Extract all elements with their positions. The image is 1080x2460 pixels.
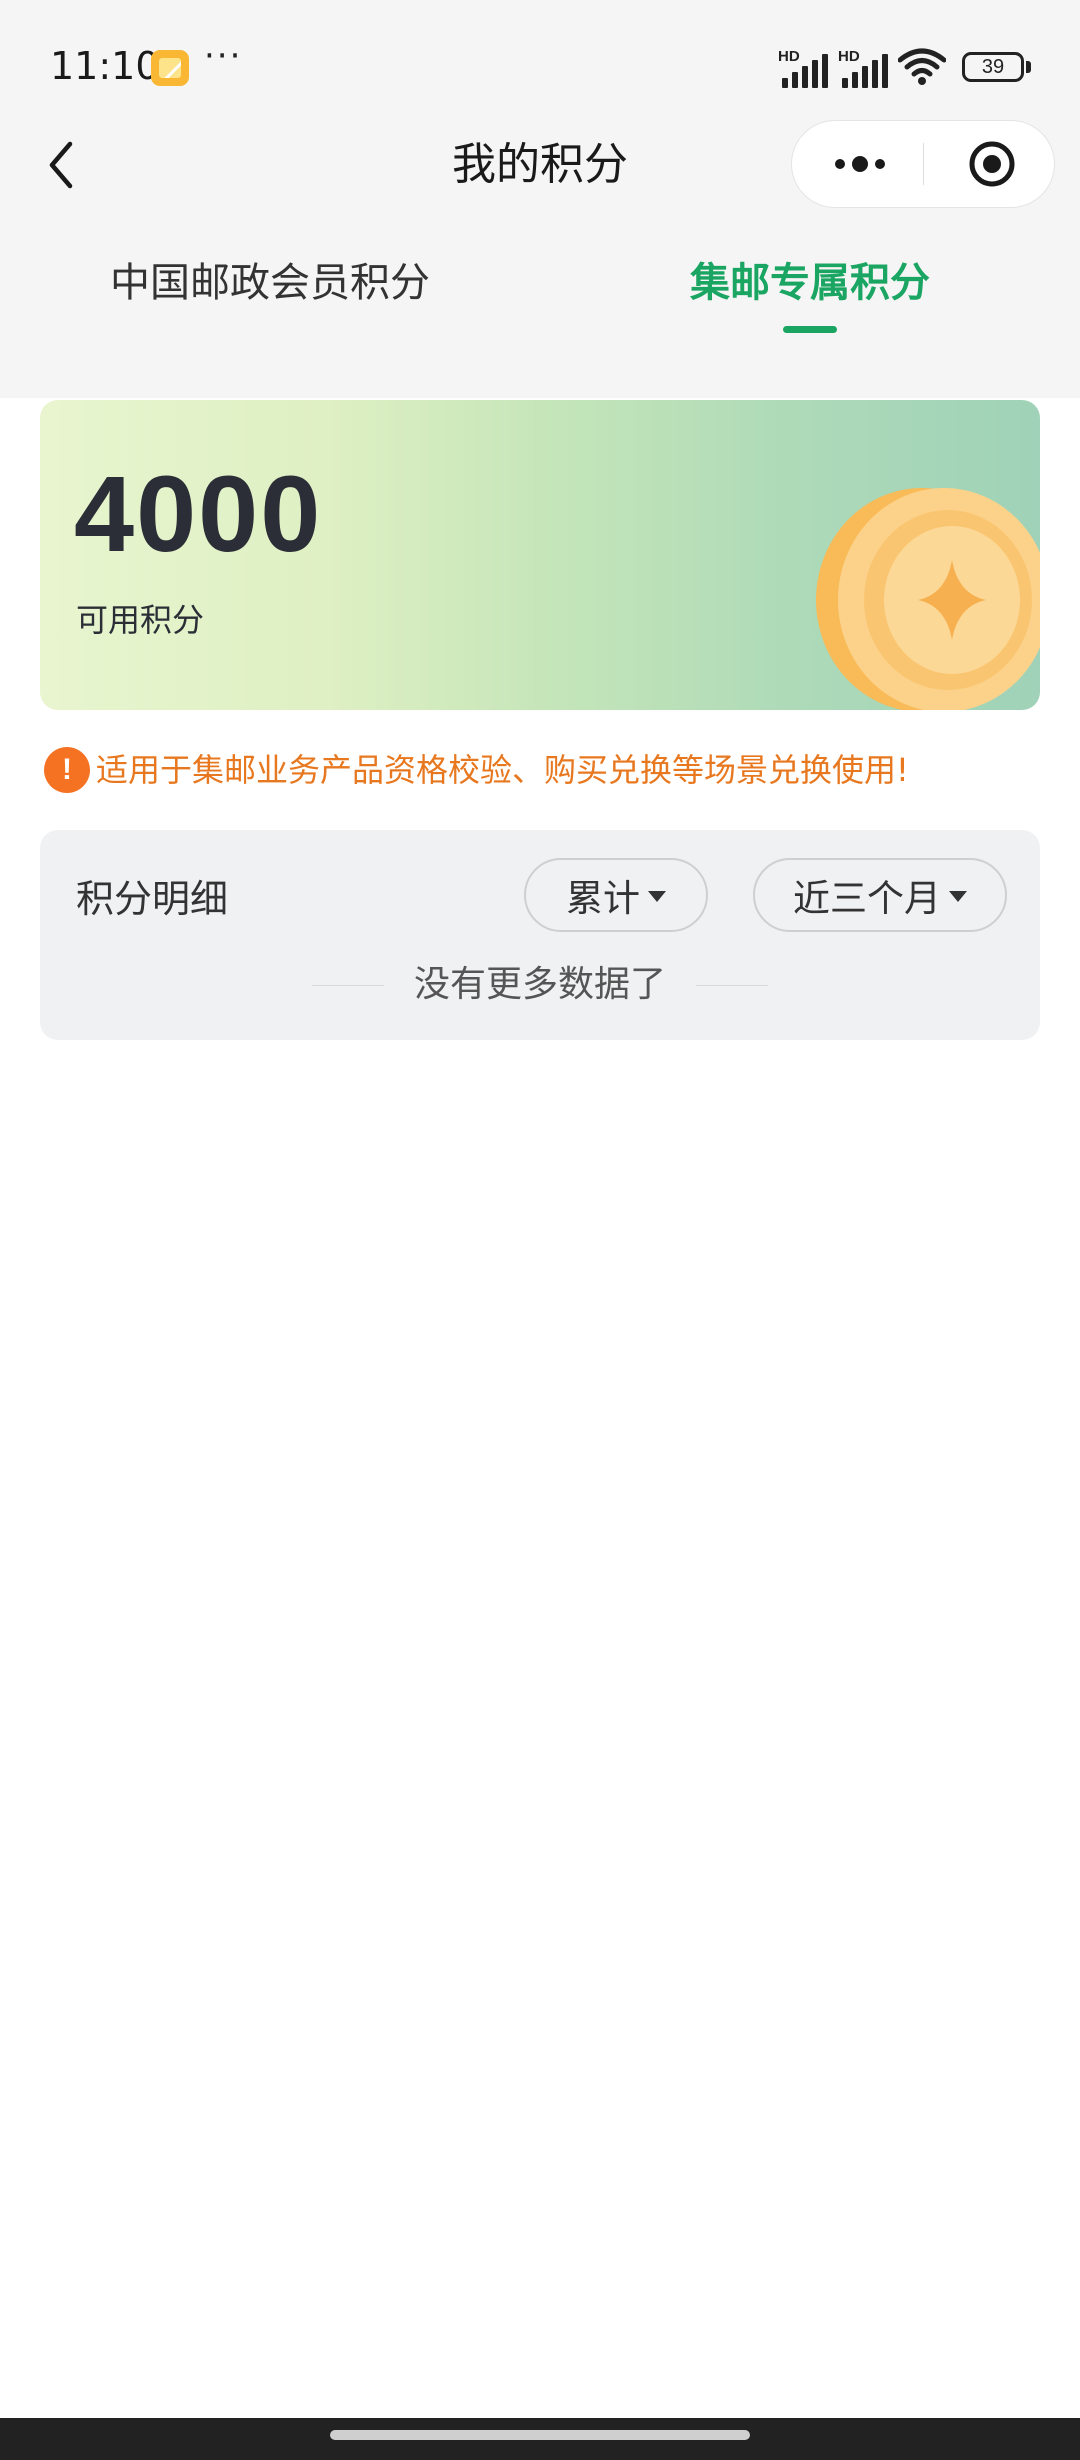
target-close-icon xyxy=(969,141,1015,187)
tab-philately-points[interactable]: 集邮专属积分 xyxy=(660,248,960,318)
back-button[interactable] xyxy=(38,130,84,200)
active-tab-indicator xyxy=(783,326,837,333)
filter-type-label: 累计 xyxy=(566,877,640,920)
filter-period-dropdown[interactable]: 近三个月 xyxy=(753,858,1007,932)
available-points-value: 4000 xyxy=(74,453,323,574)
divider-line xyxy=(696,985,768,986)
battery-icon: 39 xyxy=(962,52,1024,82)
coin-icon xyxy=(816,488,1040,710)
available-points-label: 可用积分 xyxy=(76,601,205,639)
miniprogram-capsule xyxy=(791,120,1055,208)
more-button[interactable] xyxy=(830,121,890,207)
points-detail-card: 积分明细 累计 近三个月 没有更多数据了 xyxy=(40,830,1040,1040)
points-detail-title: 积分明细 xyxy=(76,877,229,921)
system-nav-bar xyxy=(0,2418,1080,2460)
home-indicator[interactable] xyxy=(330,2430,750,2440)
status-bar: 11:10 ··· HD HD 39 xyxy=(0,0,1080,130)
usage-notice: 适用于集邮业务产品资格校验、购买兑换等场景兑换使用! xyxy=(96,751,909,789)
status-time: 11:10 xyxy=(50,44,160,88)
tab-member-points[interactable]: 中国邮政会员积分 xyxy=(70,248,470,318)
wifi-icon xyxy=(898,48,946,85)
status-more: ··· xyxy=(204,36,243,76)
empty-list-text: 没有更多数据了 xyxy=(413,964,666,1005)
close-miniprogram-button[interactable] xyxy=(968,140,1016,188)
warning-icon: ! xyxy=(44,747,90,793)
signal-icon: HD xyxy=(838,48,894,88)
chevron-left-icon xyxy=(49,141,73,189)
notes-app-icon xyxy=(151,50,189,86)
caret-down-icon xyxy=(648,890,666,902)
caret-down-icon xyxy=(949,890,967,902)
filter-type-dropdown[interactable]: 累计 xyxy=(524,858,708,932)
signal-icon: HD xyxy=(778,48,834,88)
filter-period-label: 近三个月 xyxy=(793,877,941,920)
more-dots-icon xyxy=(835,156,885,172)
capsule-divider xyxy=(923,143,924,185)
points-card: 4000 可用积分 xyxy=(40,400,1040,710)
page-title: 我的积分 xyxy=(452,139,628,190)
battery-tip xyxy=(1026,61,1031,73)
